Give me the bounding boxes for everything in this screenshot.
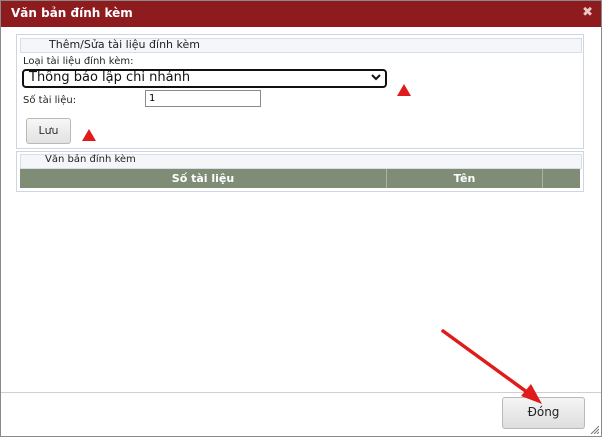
annotation-arrow [441,329,542,404]
